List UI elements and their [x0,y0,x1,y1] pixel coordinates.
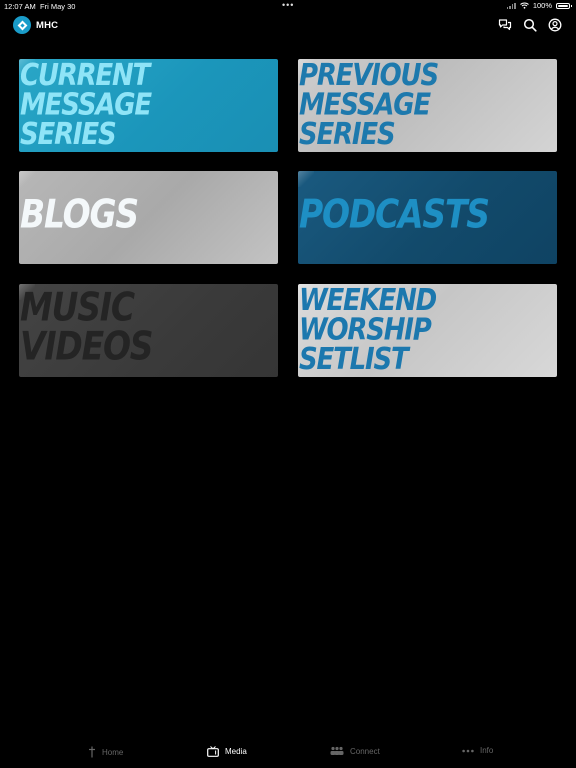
tab-label: Connect [350,746,380,756]
tab-label: Info [480,746,494,755]
tile-label: PREVIOUS MESSAGE SERIES [299,59,439,152]
brand-name: MHC [36,20,59,31]
tv-icon [207,746,219,757]
tile-previous-message-series[interactable]: PREVIOUS MESSAGE SERIES [298,59,557,152]
group-icon [330,746,344,755]
mhc-logo-icon[interactable] [13,16,31,34]
app-header: MHC [0,12,576,40]
tile-blogs[interactable]: BLOGS [19,171,278,264]
tile-music-videos[interactable]: MUSIC VIDEOS [19,284,278,377]
tab-info[interactable]: Info [462,746,493,755]
tile-label: BLOGS [20,191,139,238]
tab-label: Home [102,747,124,757]
tab-home[interactable]: Home [88,746,123,758]
battery-icon [556,2,572,9]
tile-current-message-series[interactable]: CURRENT MESSAGE SERIES [19,59,278,152]
cross-icon [89,746,95,758]
status-time: 12:07 AM [4,2,36,11]
tile-label: CURRENT MESSAGE SERIES [20,59,152,152]
tile-label: WEEKEND WORSHIP SETLIST [299,284,437,377]
wifi-icon [519,2,529,9]
tab-media[interactable]: Media [207,746,247,757]
tile-podcasts[interactable]: PODCASTS [298,171,557,264]
status-bar: 12:07 AM Fri May 30 ••• 100% [0,0,576,12]
tab-connect[interactable]: Connect [330,746,380,756]
tile-label: PODCASTS [299,191,490,238]
tile-label: MUSIC VIDEOS [20,284,154,369]
cellular-signal-icon [506,2,516,9]
multitasking-dots-icon[interactable]: ••• [282,0,294,10]
search-icon[interactable] [523,18,537,32]
tile-weekend-worship-setlist[interactable]: WEEKEND WORSHIP SETLIST [298,284,557,377]
chat-icon[interactable] [498,18,512,32]
more-icon [462,749,474,752]
battery-percent: 100% [532,1,552,10]
tab-bar: Home Media Connect Info [0,740,576,768]
status-date: Fri May 30 [40,2,76,11]
tab-label: Media [225,747,247,756]
account-icon[interactable] [548,18,562,32]
